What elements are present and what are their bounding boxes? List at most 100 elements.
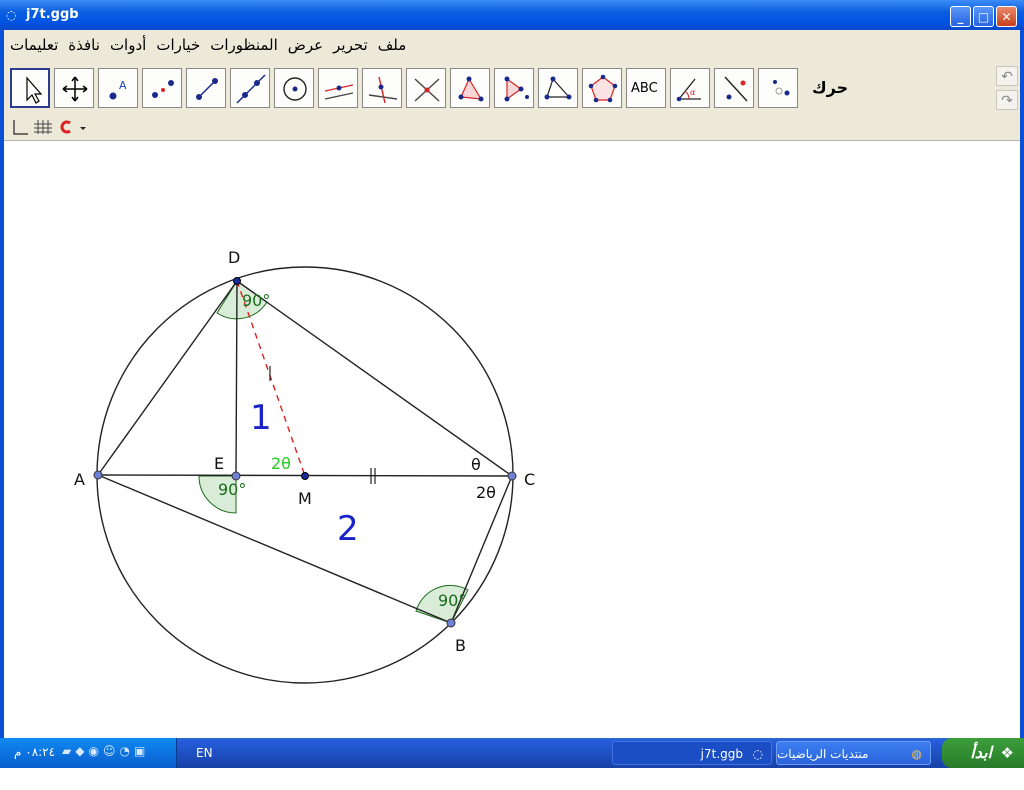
- line-through-points-tool-button[interactable]: [230, 68, 270, 108]
- messenger-icon[interactable]: ☺: [103, 744, 120, 758]
- text-tool-label: ABC: [631, 81, 658, 96]
- angle-label-E: 90°: [218, 480, 246, 499]
- angle-tool-button[interactable]: α: [670, 68, 710, 108]
- geogebra-task-icon: ◌: [752, 747, 763, 761]
- angle-bisector-tool-button[interactable]: [406, 68, 446, 108]
- menu-window[interactable]: نافذة: [68, 36, 100, 54]
- circle-icon: [283, 77, 307, 101]
- point-B[interactable]: [446, 618, 456, 628]
- windows-logo-icon: ❖: [1000, 744, 1014, 762]
- text-tool-button[interactable]: ABC: [626, 68, 666, 108]
- folder-icon[interactable]: ▰: [62, 744, 75, 758]
- geogebra-app-icon: ◌: [6, 8, 17, 22]
- start-button[interactable]: ❖ ابدأ: [942, 738, 1024, 768]
- menu-options[interactable]: خيارات: [156, 36, 200, 54]
- window-frame-right: [1020, 30, 1024, 738]
- angle-label-C-two-theta: 2θ: [476, 483, 496, 502]
- svg-text:A: A: [119, 79, 127, 92]
- polygon-tool-button[interactable]: [450, 68, 490, 108]
- circle-tool-button[interactable]: [274, 68, 314, 108]
- transform-tool-button[interactable]: [538, 68, 578, 108]
- region-label-2: 2: [337, 509, 359, 549]
- line-segment-icon: [196, 78, 218, 100]
- menu-file[interactable]: ملف: [378, 36, 407, 54]
- pan-arrows-icon: [62, 76, 88, 102]
- label-E: E: [214, 454, 224, 473]
- grid-toggle-icon[interactable]: [34, 120, 52, 134]
- label-B: B: [455, 636, 466, 655]
- display-icon[interactable]: ▣: [134, 744, 149, 758]
- triangle-reflect-icon: [504, 76, 529, 102]
- minimize-button[interactable]: _: [950, 6, 971, 27]
- label-M: M: [298, 489, 312, 508]
- point-capture-icon[interactable]: [60, 120, 86, 134]
- style-bar-icons: [13, 120, 86, 135]
- point-icon: A: [109, 79, 127, 100]
- segment-DE[interactable]: [235, 280, 238, 477]
- move-tool-button[interactable]: [10, 68, 50, 108]
- zoom-tool-button[interactable]: [758, 68, 798, 108]
- angle-label-B: 90°: [438, 591, 466, 610]
- label-A: A: [74, 470, 85, 489]
- graphics-view[interactable]: D A E M C B 90° 90° 90° θ 2θ 2θ 1 2: [4, 141, 1020, 737]
- taskbar-button-geogebra[interactable]: ◌ j7t.ggb: [612, 741, 772, 765]
- network-icon[interactable]: ◆: [75, 744, 88, 758]
- line-tool-button[interactable]: [186, 68, 226, 108]
- segment-AD[interactable]: [97, 280, 238, 476]
- parallel-lines-icon: [324, 84, 354, 100]
- taskbar-button-browser-label: منتديات الرياضيات المعا...: [777, 747, 869, 785]
- maximize-button[interactable]: □: [973, 6, 994, 27]
- segment-DC[interactable]: [236, 280, 513, 477]
- perpendicular-line-tool-button[interactable]: [362, 68, 402, 108]
- menu-help[interactable]: تعليمات: [10, 36, 58, 54]
- point-M[interactable]: [301, 472, 309, 480]
- start-button-label: ابدأ: [970, 743, 992, 762]
- menu-edit[interactable]: تحرير: [333, 36, 368, 54]
- antivirus-icon[interactable]: ◉: [88, 744, 102, 758]
- menu-view[interactable]: عرض: [288, 36, 323, 54]
- two-points-icon: [152, 80, 174, 98]
- tray-icons: ▰◆◉☺◔▣: [62, 744, 149, 758]
- current-tool-label: حرك: [812, 78, 849, 97]
- point-D[interactable]: [233, 277, 241, 285]
- move-graphics-view-tool-button[interactable]: [54, 68, 94, 108]
- new-point-tool-button[interactable]: A: [98, 68, 138, 108]
- style-bar: [4, 116, 1020, 141]
- region-label-1: 1: [250, 398, 272, 438]
- point-A[interactable]: [93, 470, 103, 480]
- arrow-cursor-icon: [26, 76, 43, 104]
- clock[interactable]: ٠٨:٢٤ م: [14, 745, 55, 759]
- intersect-tool-button[interactable]: [142, 68, 182, 108]
- taskbar-button-browser[interactable]: ◍ منتديات الرياضيات المعا...: [776, 741, 931, 785]
- window-title: j7t.ggb: [26, 7, 79, 22]
- parallel-line-tool-button[interactable]: [318, 68, 358, 108]
- angle-label-C-theta: θ: [471, 455, 481, 474]
- menu-tools[interactable]: أدوات: [110, 36, 146, 54]
- reflect-line-icon: [724, 76, 748, 102]
- line-icon: [236, 74, 266, 104]
- angle-label-D: 90°: [242, 291, 270, 310]
- intersecting-lines-icon: [414, 78, 440, 102]
- pentagon-icon: [588, 74, 618, 103]
- geometry-figure[interactable]: D A E M C B 90° 90° 90° θ 2θ 2θ 1 2: [4, 141, 1020, 737]
- slider-tool-button[interactable]: [714, 68, 754, 108]
- segment-AB[interactable]: [97, 474, 452, 624]
- angle-label-M: 2θ: [271, 454, 291, 473]
- axes-toggle-icon[interactable]: [13, 120, 28, 135]
- reflect-tool-button[interactable]: [494, 68, 534, 108]
- conic-tool-button[interactable]: [582, 68, 622, 108]
- menu-bar: ملف تحرير عرض المنظورات خيارات أدوات ناف…: [4, 30, 1020, 60]
- point-C[interactable]: [507, 471, 517, 481]
- redo-button[interactable]: ↷: [996, 90, 1018, 110]
- title-bar: ◌ j7t.ggb _ □ ✕: [0, 0, 1024, 30]
- menu-perspectives[interactable]: المنظورات: [210, 36, 278, 54]
- language-indicator[interactable]: EN: [196, 746, 213, 760]
- angle-icon: α: [676, 78, 701, 102]
- close-button[interactable]: ✕: [996, 6, 1017, 27]
- volume-icon[interactable]: ◔: [119, 744, 133, 758]
- point-E[interactable]: [231, 471, 241, 481]
- label-D: D: [228, 248, 240, 267]
- system-tray: ٠٨:٢٤ م ▰◆◉☺◔▣: [0, 738, 177, 768]
- triangle-transform-icon: [544, 76, 572, 100]
- undo-button[interactable]: ↶: [996, 66, 1018, 86]
